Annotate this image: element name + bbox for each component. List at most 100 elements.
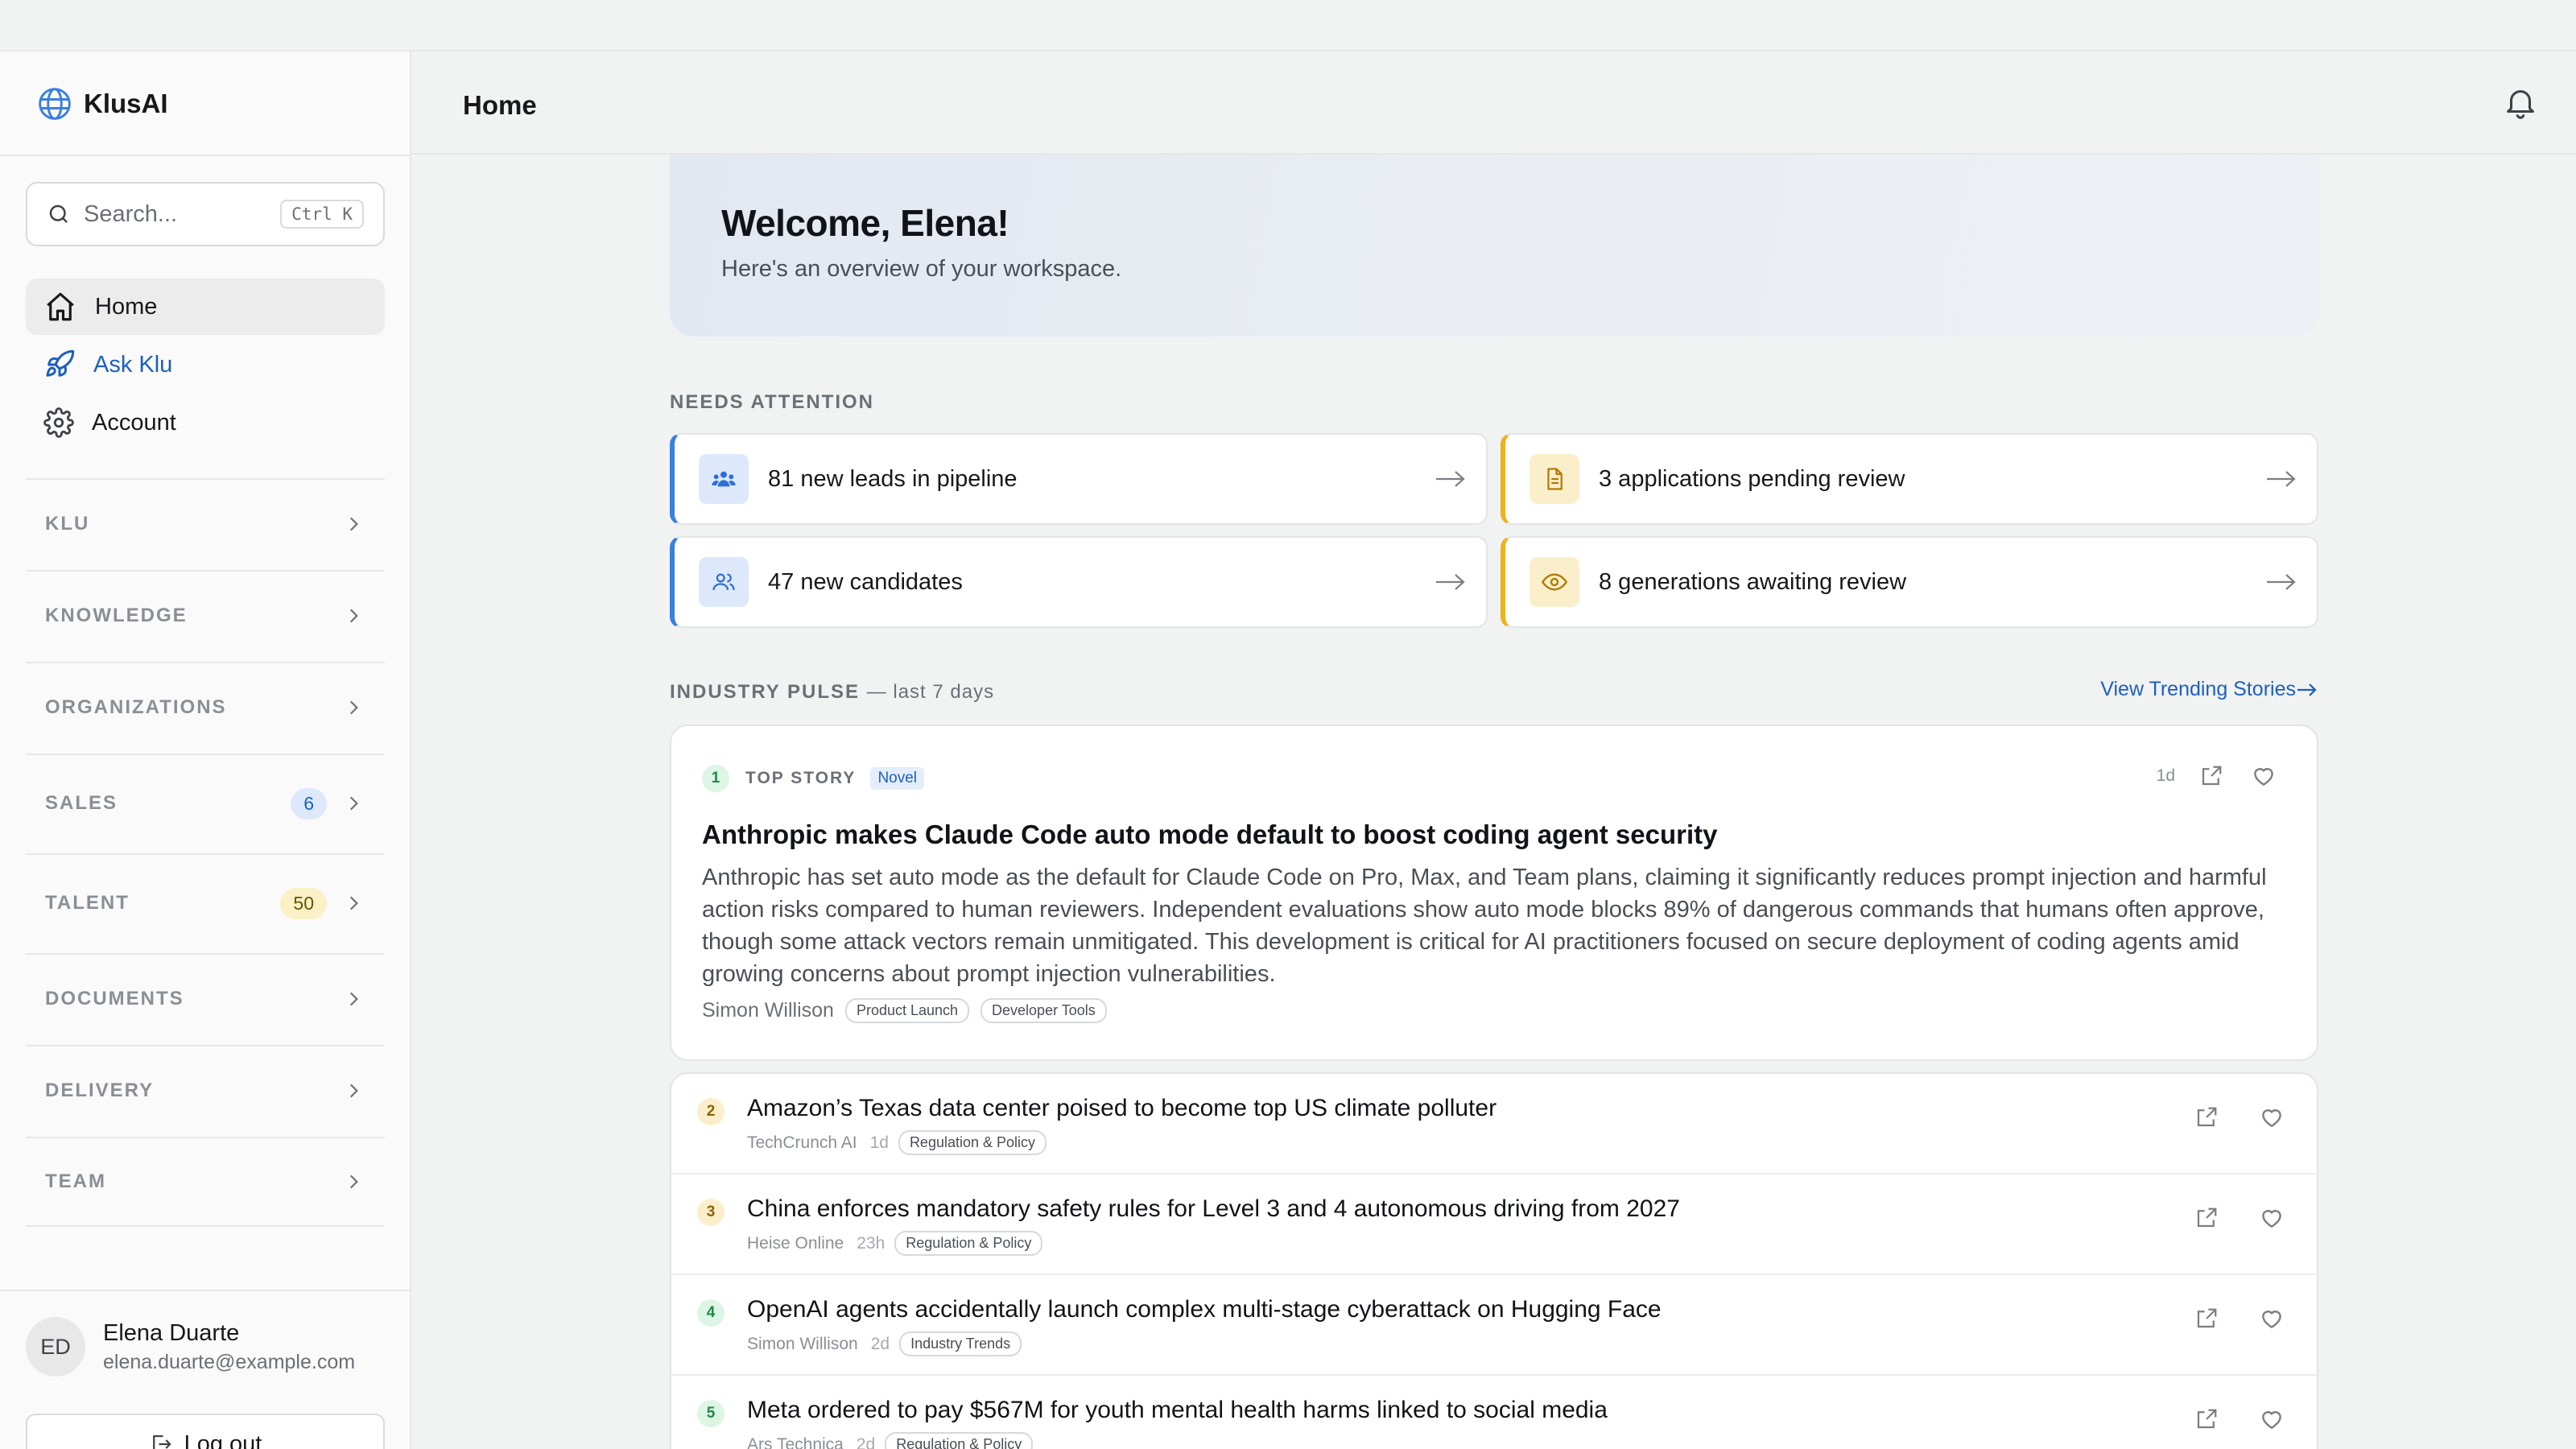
top-story-summary: Anthropic has set auto mode as the defau… — [702, 865, 2267, 987]
topic-tag[interactable]: Developer Tools — [980, 998, 1107, 1023]
arrow-right-icon — [2265, 570, 2297, 594]
count-badge: 6 — [291, 787, 327, 819]
eye-icon — [1530, 557, 1579, 607]
attention-card-generations[interactable]: 8 generations awaiting review — [1501, 536, 2318, 628]
heart-icon[interactable] — [2259, 1406, 2285, 1432]
arrow-right-icon — [2265, 467, 2297, 491]
home-icon — [43, 290, 77, 324]
rank-badge: 4 — [697, 1299, 724, 1327]
story-age: 23h — [857, 1233, 886, 1253]
industry-pulse-label: INDUSTRY PULSE — [670, 681, 861, 703]
avatar[interactable]: ED — [26, 1317, 85, 1377]
topic-tag[interactable]: Product Launch — [844, 998, 970, 1023]
story-row[interactable]: 3 China enforces mandatory safety rules … — [671, 1174, 2317, 1275]
section-documents[interactable]: DOCUMENTS — [26, 953, 385, 1043]
topic-tag[interactable]: Regulation & Policy — [898, 1130, 1047, 1155]
chevron-right-icon — [343, 697, 364, 718]
nav-label: Home — [95, 293, 158, 320]
view-trending-link[interactable]: View Trending Stories — [2100, 678, 2318, 701]
story-row[interactable]: 4 OpenAI agents accidentally launch comp… — [671, 1275, 2317, 1376]
attention-card-candidates[interactable]: 47 new candidates — [670, 536, 1488, 628]
attention-text: 8 generations awaiting review — [1599, 568, 1907, 595]
heart-icon[interactable] — [2251, 763, 2277, 789]
section-organizations[interactable]: ORGANIZATIONS — [26, 662, 385, 752]
story-source: Heise Online — [747, 1233, 844, 1253]
logout-button[interactable]: Log out — [26, 1414, 385, 1449]
chevron-right-icon — [343, 514, 364, 535]
external-link-icon[interactable] — [2194, 1105, 2219, 1129]
section-talent[interactable]: TALENT 50 — [26, 853, 385, 952]
nav-item-ask-klu[interactable]: Ask Klu — [26, 336, 385, 393]
story-meta: Simon Willison 2d Industry Trends — [747, 1331, 1022, 1356]
heart-icon[interactable] — [2259, 1104, 2285, 1130]
story-row[interactable]: 5 Meta ordered to pay $567M for youth me… — [671, 1376, 2317, 1449]
attention-card-leads[interactable]: 81 new leads in pipeline — [670, 433, 1488, 525]
story-source: TechCrunch AI — [747, 1133, 857, 1152]
user-email: elena.duarte@example.com — [103, 1351, 356, 1373]
top-story-card[interactable]: 1 TOP STORY Novel 1d Anthropic makes Cla… — [670, 724, 2318, 1061]
section-klu[interactable]: KLU — [26, 478, 385, 568]
chevron-right-icon — [343, 1080, 364, 1101]
section-label: DELIVERY — [45, 1080, 155, 1101]
top-story-title[interactable]: Anthropic makes Claude Code auto mode de… — [702, 819, 1717, 850]
external-link-icon[interactable] — [2194, 1206, 2219, 1230]
globe-logo-icon — [37, 86, 72, 122]
topic-tag[interactable]: Regulation & Policy — [894, 1231, 1043, 1256]
search-placeholder: Search... — [84, 200, 178, 227]
topic-tag[interactable]: Regulation & Policy — [885, 1432, 1034, 1449]
rocket-icon — [43, 349, 76, 381]
attention-text: 81 new leads in pipeline — [768, 465, 1018, 492]
story-source: Ars Technica — [747, 1435, 844, 1449]
story-title[interactable]: Amazon’s Texas data center poised to bec… — [747, 1095, 1496, 1122]
heart-icon[interactable] — [2259, 1306, 2285, 1331]
section-label: KLU — [45, 513, 90, 535]
arrow-right-icon — [1435, 570, 1467, 594]
section-label: TEAM — [45, 1170, 106, 1192]
story-title[interactable]: OpenAI agents accidentally launch comple… — [747, 1296, 1662, 1323]
chevron-right-icon — [343, 605, 364, 626]
divider — [0, 155, 410, 156]
rank-badge: 1 — [702, 765, 729, 792]
section-label: TALENT — [45, 892, 130, 914]
topic-tag[interactable]: Industry Trends — [899, 1331, 1022, 1356]
topbar: Home — [411, 50, 2576, 155]
attention-text: 3 applications pending review — [1599, 465, 1905, 492]
nav-item-home[interactable]: Home — [26, 279, 385, 335]
external-link-icon[interactable] — [2194, 1307, 2219, 1331]
divider — [0, 1290, 410, 1291]
story-meta: TechCrunch AI 1d Regulation & Policy — [747, 1130, 1047, 1155]
rank-badge: 3 — [697, 1199, 724, 1226]
brand[interactable]: KlusAI — [37, 84, 168, 124]
industry-pulse-heading: INDUSTRY PULSE — last 7 days — [670, 681, 994, 704]
attention-text: 47 new candidates — [768, 568, 963, 595]
section-team[interactable]: TEAM — [26, 1137, 385, 1227]
story-meta: Ars Technica 2d Regulation & Policy — [747, 1432, 1034, 1449]
story-actions — [2194, 1406, 2285, 1432]
view-trending-label: View Trending Stories — [2100, 678, 2296, 700]
external-link-icon[interactable] — [2194, 1407, 2219, 1431]
external-link-icon[interactable] — [2199, 764, 2223, 788]
logout-icon — [149, 1432, 173, 1449]
story-title[interactable]: China enforces mandatory safety rules fo… — [747, 1195, 1680, 1223]
section-delivery[interactable]: DELIVERY — [26, 1045, 385, 1135]
attention-card-applications[interactable]: 3 applications pending review — [1501, 433, 2318, 525]
nav-label: Ask Klu — [93, 351, 173, 378]
bell-icon[interactable] — [2502, 84, 2539, 121]
needs-attention-heading: NEEDS ATTENTION — [670, 391, 875, 413]
story-age: 1d — [869, 1133, 889, 1152]
search-input[interactable]: Search... Ctrl K — [26, 182, 385, 246]
nav-item-account[interactable]: Account — [26, 394, 385, 451]
story-age: 2d — [870, 1334, 890, 1353]
heart-icon[interactable] — [2259, 1205, 2285, 1231]
nav-label: Account — [92, 409, 176, 436]
top-story-actions: 1d — [2157, 763, 2277, 789]
document-icon — [1530, 454, 1579, 504]
users-group-icon — [699, 454, 749, 504]
section-knowledge[interactable]: KNOWLEDGE — [26, 570, 385, 660]
count-badge: 50 — [280, 887, 327, 919]
arrow-right-icon — [1435, 467, 1467, 491]
top-story-meta: Simon Willison Product Launch Developer … — [702, 998, 1107, 1023]
section-sales[interactable]: SALES 6 — [26, 753, 385, 852]
story-row[interactable]: 2 Amazon’s Texas data center poised to b… — [671, 1074, 2317, 1174]
story-title[interactable]: Meta ordered to pay $567M for youth ment… — [747, 1397, 1608, 1424]
